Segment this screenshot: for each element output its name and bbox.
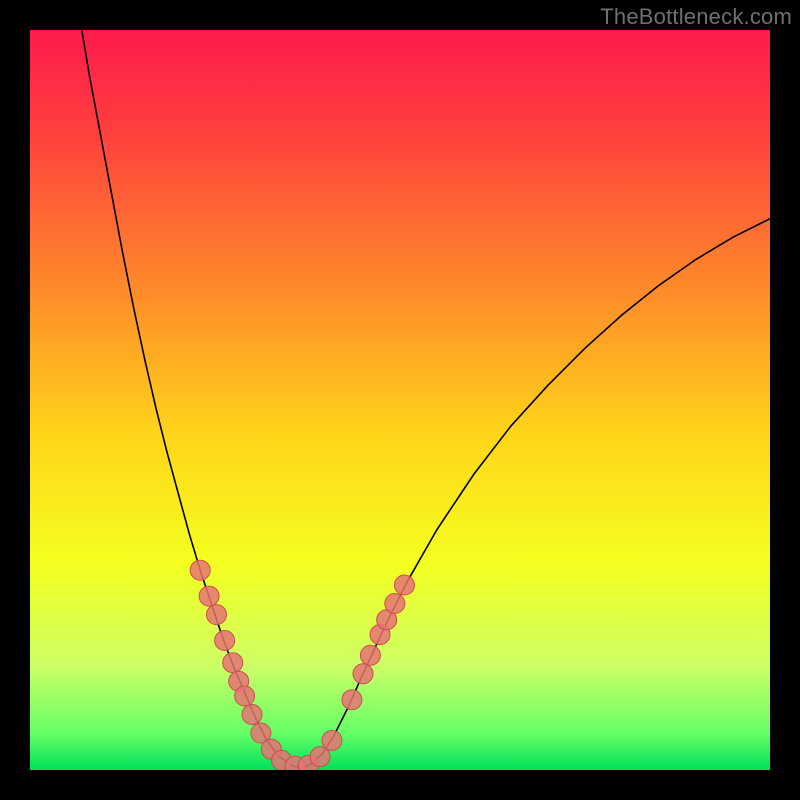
chart-svg	[30, 30, 770, 770]
scatter-dot	[360, 645, 380, 665]
scatter-dot	[242, 705, 262, 725]
scatter-dot	[394, 575, 414, 595]
watermark-text: TheBottleneck.com	[600, 4, 792, 30]
scatter-dot	[385, 594, 405, 614]
scatter-dot	[223, 653, 243, 673]
gradient-background	[30, 30, 770, 770]
scatter-dot	[353, 664, 373, 684]
scatter-dot	[342, 690, 362, 710]
plot-area	[30, 30, 770, 770]
scatter-dot	[199, 586, 219, 606]
scatter-dot	[190, 560, 210, 580]
scatter-dot	[215, 631, 235, 651]
scatter-dot	[322, 730, 342, 750]
chart-frame: TheBottleneck.com	[0, 0, 800, 800]
scatter-dot	[206, 605, 226, 625]
scatter-dot	[235, 686, 255, 706]
